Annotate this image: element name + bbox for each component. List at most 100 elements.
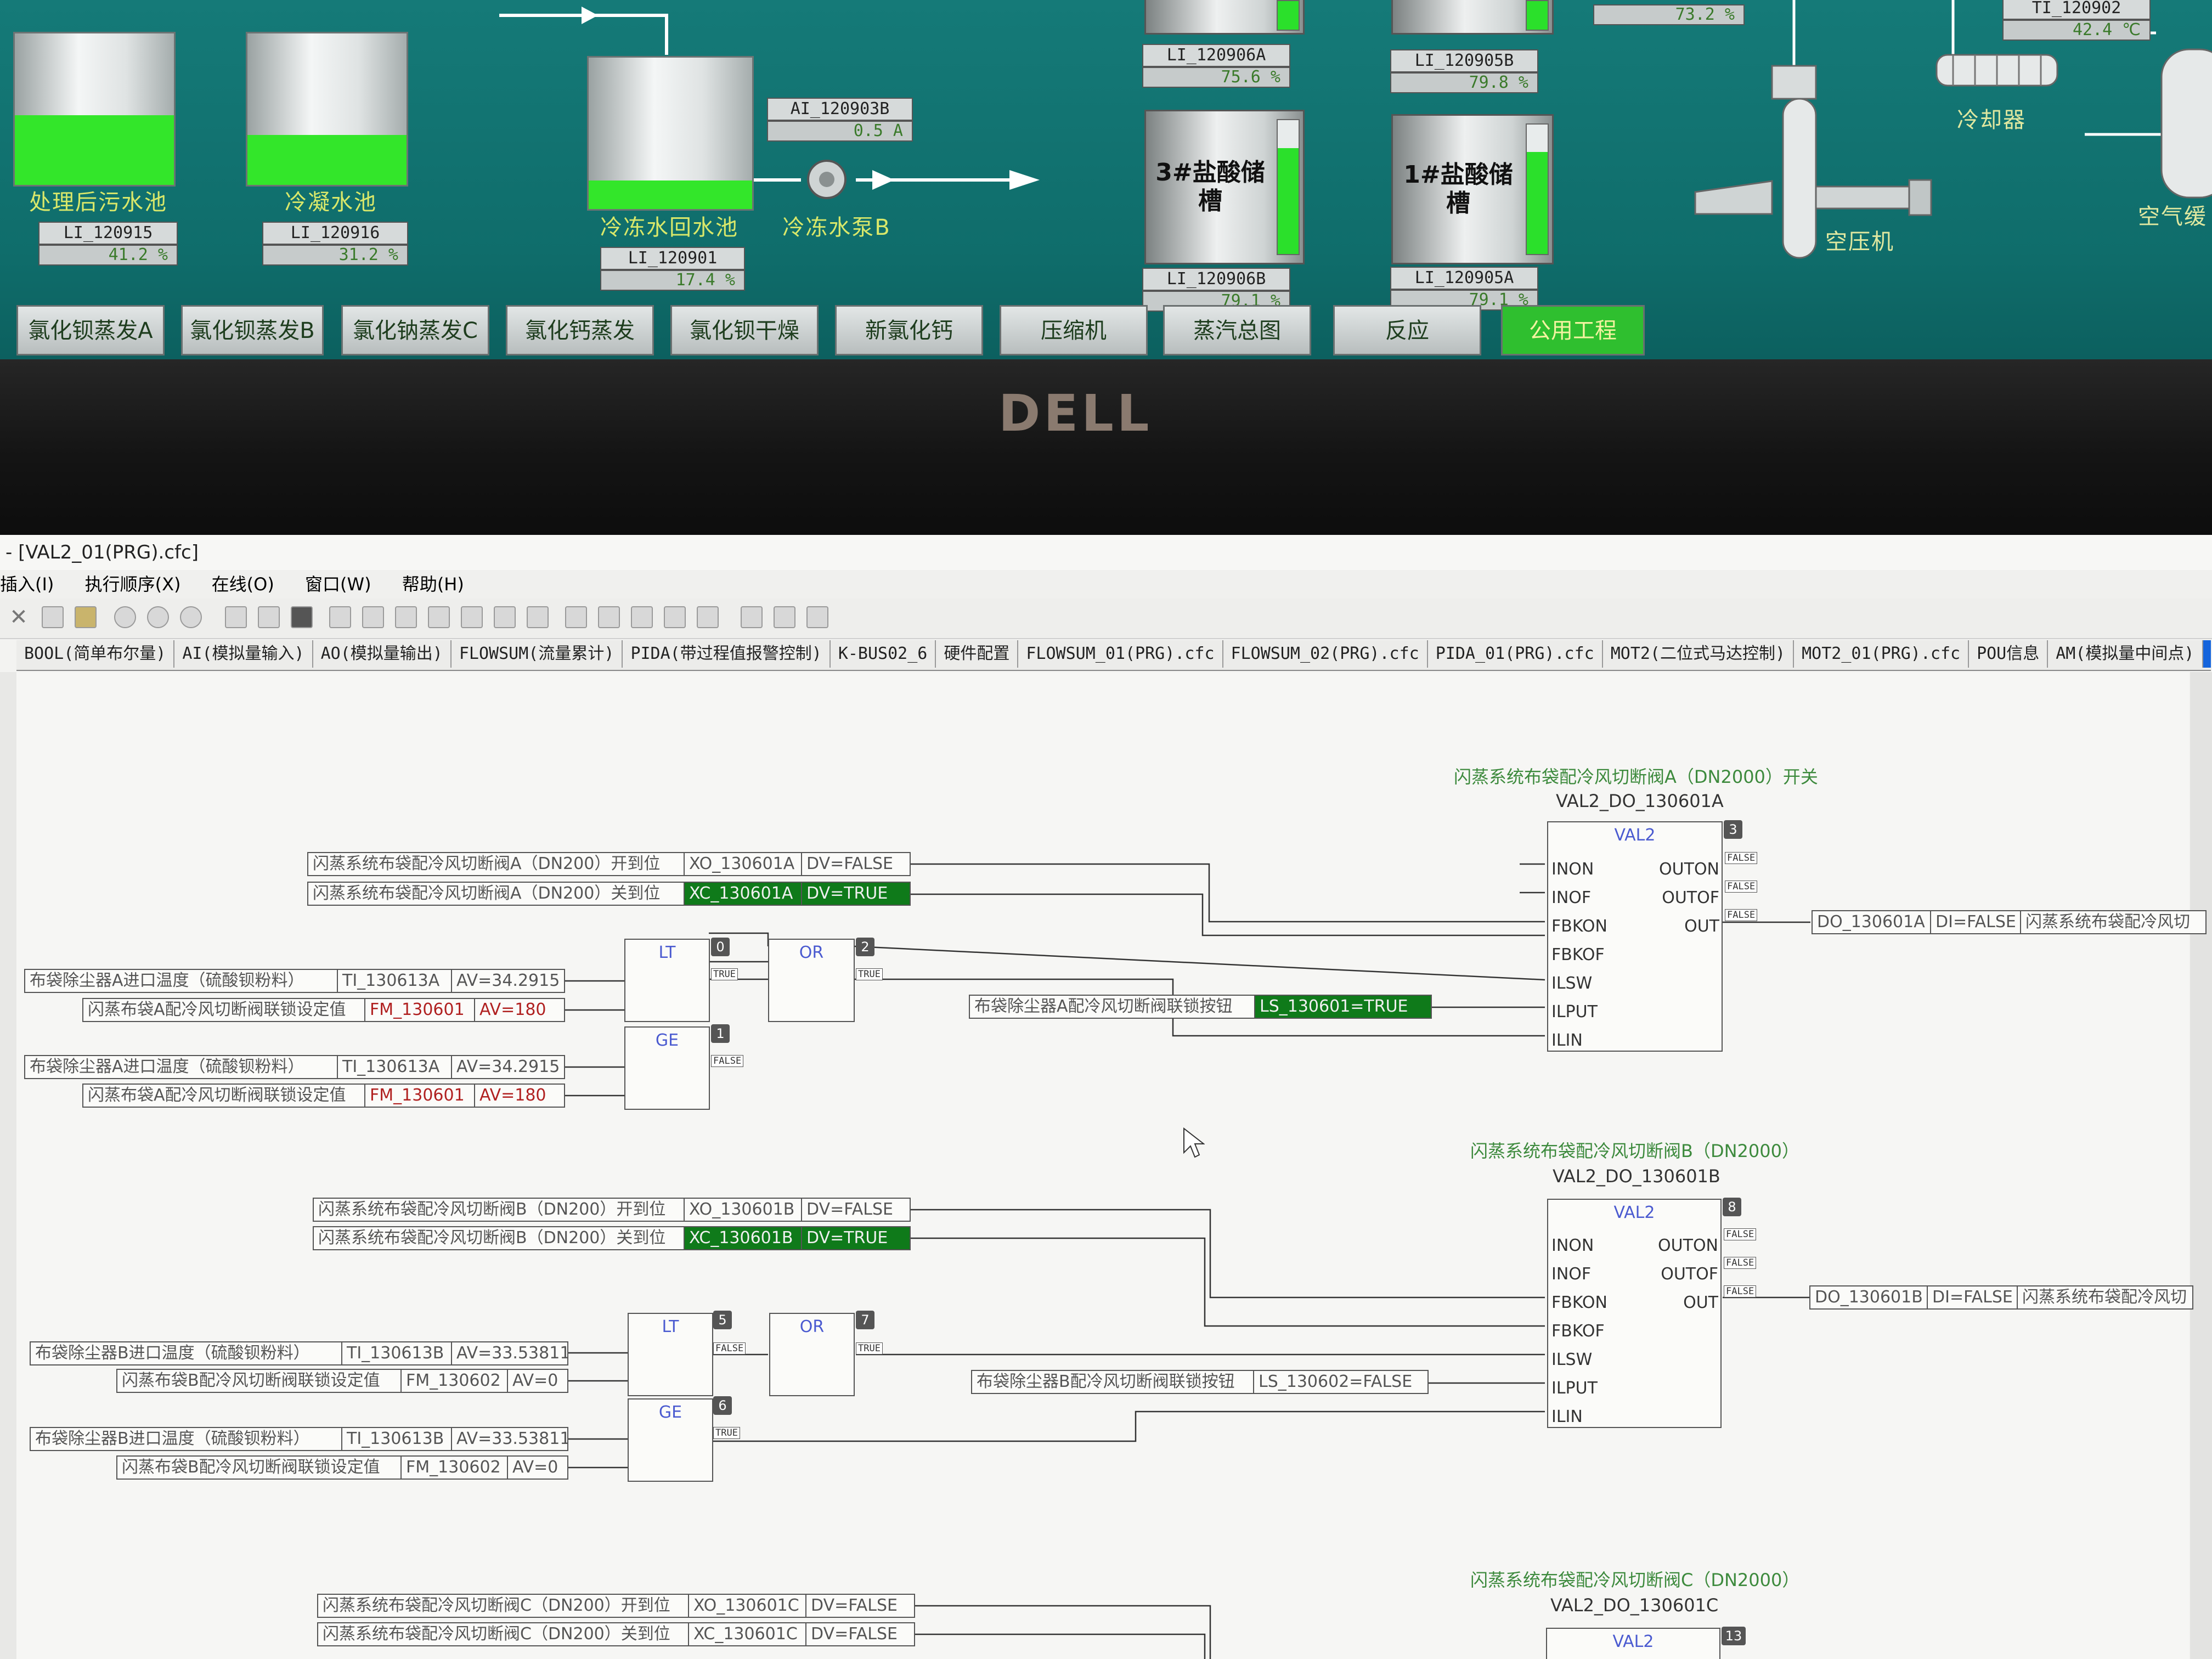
mouse-cursor-icon bbox=[1183, 1127, 1205, 1158]
output-var[interactable]: DO_130601B DI=FALSE 闪蒸系统布袋配冷风切 bbox=[1809, 1285, 2193, 1310]
tag-value: 75.6 % bbox=[1142, 67, 1290, 88]
output-var[interactable]: DO_130601A DI=FALSE 闪蒸系统布袋配冷风切 bbox=[1812, 910, 2207, 934]
nav-button[interactable]: 氯化钠蒸发C bbox=[341, 305, 489, 356]
fb-type: VAL2 bbox=[1613, 1203, 1655, 1222]
block-comment: 闪蒸系统布袋配冷风切断阀B（DN2000） bbox=[1470, 1141, 1799, 1161]
fb-val2[interactable]: VAL2 INON INOF FBKON FBKOF ILSW ILPUT IL… bbox=[1547, 1199, 1722, 1428]
exec-order-badge: 8 bbox=[1723, 1198, 1741, 1216]
input-var-open[interactable]: 闪蒸系统布袋配冷风切断阀A（DN200）开到位 XO_130601A DV=FA… bbox=[307, 852, 911, 876]
var-desc: 布袋除尘器B配冷风切断阀联锁按钮 bbox=[972, 1371, 1254, 1393]
var-name: TI_130613B bbox=[342, 1428, 452, 1450]
nav-button[interactable]: 压缩机 bbox=[1000, 305, 1148, 356]
fb-lt[interactable]: LT bbox=[624, 939, 710, 1022]
pin-in: ILSW bbox=[1551, 974, 1593, 993]
input-var-setpoint[interactable]: 闪蒸布袋B配冷风切断阀联锁设定值 FM_130602 AV=0 bbox=[116, 1455, 568, 1480]
cooler-icon[interactable] bbox=[1931, 49, 2063, 93]
pin-in: INON bbox=[1551, 1236, 1594, 1255]
tag-value: 42.4 ℃ bbox=[2002, 20, 2151, 41]
var-value: DV=TRUE bbox=[802, 883, 910, 905]
vessel-top-b bbox=[1391, 0, 1554, 35]
exec-order-badge: 7 bbox=[856, 1311, 874, 1329]
var-name: TI_130613A bbox=[338, 970, 452, 992]
fb-or[interactable]: OR bbox=[768, 939, 855, 1022]
air-tank-icon[interactable] bbox=[2156, 44, 2212, 208]
fb-val2[interactable]: VAL2 bbox=[1546, 1628, 1720, 1659]
input-var-setpoint[interactable]: 闪蒸布袋B配冷风切断阀联锁设定值 FM_130602 AV=0 bbox=[116, 1369, 568, 1393]
fb-ge[interactable]: GE bbox=[628, 1398, 713, 1482]
interlock-input[interactable]: 布袋除尘器A配冷风切断阀联锁按钮 LS_130601=TRUE bbox=[969, 995, 1432, 1019]
var-desc: 闪蒸系统布袋配冷风切断阀A（DN200）开到位 bbox=[308, 853, 685, 875]
input-var-setpoint[interactable]: 闪蒸布袋A配冷风切断阀联锁设定值 FM_130601 AV=180 bbox=[82, 998, 565, 1022]
input-var-close[interactable]: 闪蒸系统布袋配冷风切断阀A（DN200）关到位 XC_130601A DV=TR… bbox=[307, 882, 911, 906]
var-desc: 闪蒸系统布袋配冷风切 bbox=[2022, 1288, 2187, 1307]
exec-order-badge: 13 bbox=[1722, 1627, 1746, 1645]
vessel-hcl-1[interactable]: 1#盐酸储槽 bbox=[1391, 114, 1554, 264]
online-value-flag: TRUE bbox=[856, 968, 883, 980]
fb-type: VAL2 bbox=[1612, 1632, 1654, 1651]
vessel-level-bar bbox=[1277, 119, 1300, 255]
exec-order-badge: 5 bbox=[713, 1311, 732, 1329]
fb-ge[interactable]: GE bbox=[624, 1026, 710, 1110]
fb-or[interactable]: OR bbox=[769, 1313, 855, 1396]
var-name: XC_130601B bbox=[685, 1227, 802, 1249]
tank-label: 冷凝水池 bbox=[285, 190, 377, 215]
var-name: DO_130601A bbox=[1813, 911, 1931, 933]
vessel-label: 1#盐酸储槽 bbox=[1403, 161, 1513, 217]
vessel-level-bar bbox=[1526, 123, 1549, 255]
tank-level-fill bbox=[247, 134, 407, 185]
input-var-setpoint[interactable]: 闪蒸布袋A配冷风切断阀联锁设定值 FM_130601 AV=180 bbox=[82, 1084, 565, 1108]
vessel-hcl-3[interactable]: 3#盐酸储槽 bbox=[1144, 110, 1305, 264]
var-desc: 闪蒸系统布袋配冷风切断阀B（DN200）关到位 bbox=[314, 1227, 685, 1249]
var-name: DO_130601B bbox=[1810, 1286, 1928, 1308]
online-value-flag: FALSE bbox=[1724, 1285, 1757, 1297]
nav-button[interactable]: 新氯化钙 bbox=[835, 305, 983, 356]
var-value: LS_130602=FALSE bbox=[1259, 1372, 1413, 1391]
online-value-flag: TRUE bbox=[711, 968, 738, 980]
vessel-label: 3#盐酸储槽 bbox=[1155, 159, 1265, 215]
pump-icon[interactable] bbox=[802, 155, 851, 204]
var-desc: 布袋除尘器A配冷风切断阀联锁按钮 bbox=[970, 996, 1255, 1018]
nav-button[interactable]: 反应 bbox=[1333, 305, 1481, 356]
tag-value: 73.2 % bbox=[1593, 4, 1745, 25]
pin-out: OUTON bbox=[1659, 860, 1719, 879]
var-value: DV=FALSE bbox=[806, 854, 893, 873]
var-value: AV=34.2915 bbox=[456, 1057, 560, 1076]
input-var-temp[interactable]: 布袋除尘器B进口温度（硫酸钡粉料） TI_130613B AV=33.53811 bbox=[30, 1341, 568, 1365]
nav-button[interactable]: 蒸汽总图 bbox=[1163, 305, 1311, 356]
tag-name: LI_120915 bbox=[38, 222, 178, 245]
nav-button-active[interactable]: 公用工程 bbox=[1501, 305, 1645, 356]
interlock-input[interactable]: 布袋除尘器B配冷风切断阀联锁按钮 LS_130602=FALSE bbox=[971, 1370, 1429, 1394]
input-var-open[interactable]: 闪蒸系统布袋配冷风切断阀B（DN200）开到位 XO_130601B DV=FA… bbox=[313, 1198, 911, 1222]
fb-lt[interactable]: LT bbox=[628, 1313, 713, 1396]
var-name: TI_130613B bbox=[342, 1342, 452, 1364]
input-var-temp[interactable]: 布袋除尘器B进口温度（硫酸钡粉料） TI_130613B AV=33.53811 bbox=[30, 1427, 568, 1451]
var-name: XO_130601B bbox=[685, 1199, 802, 1221]
tag-name: AI_120903B bbox=[767, 98, 913, 121]
tank-chilled-water-return[interactable] bbox=[587, 56, 754, 211]
tag-name: LI_120905B bbox=[1390, 49, 1538, 72]
nav-button[interactable]: 氯化钡蒸发B bbox=[181, 305, 324, 356]
var-name: FM_130601 bbox=[365, 999, 475, 1021]
input-var-open[interactable]: 闪蒸系统布袋配冷风切断阀C（DN200）开到位 XO_130601C DV=FA… bbox=[317, 1594, 915, 1618]
tank-condensate[interactable] bbox=[246, 32, 408, 187]
input-var-temp[interactable]: 布袋除尘器A进口温度（硫酸钡粉料） TI_130613A AV=34.2915 bbox=[24, 969, 565, 993]
var-desc: 布袋除尘器A进口温度（硫酸钡粉料） bbox=[25, 970, 338, 992]
var-name: TI_130613A bbox=[338, 1056, 452, 1078]
input-var-close[interactable]: 闪蒸系统布袋配冷风切断阀B（DN200）关到位 XC_130601B DV=TR… bbox=[313, 1226, 911, 1250]
fb-val2[interactable]: VAL2 INON INOF FBKON FBKOF ILSW ILPUT IL… bbox=[1547, 821, 1723, 1052]
scada-screen: 处理后污水池 LI_120915 41.2 % 冷凝水池 LI_120916 3… bbox=[0, 0, 2212, 359]
nav-button[interactable]: 氯化钙蒸发 bbox=[506, 305, 654, 356]
online-value-flag: FALSE bbox=[1724, 1228, 1757, 1240]
var-desc: 闪蒸系统布袋配冷风切 bbox=[2025, 912, 2190, 932]
nav-button[interactable]: 氯化钡干燥 bbox=[670, 305, 819, 356]
nav-button[interactable]: 氯化钡蒸发A bbox=[16, 305, 165, 356]
tag-value: 41.2 % bbox=[38, 245, 178, 266]
input-var-close[interactable]: 闪蒸系统布袋配冷风切断阀C（DN200）关到位 XC_130601C DV=FA… bbox=[317, 1622, 915, 1646]
input-var-temp[interactable]: 布袋除尘器A进口温度（硫酸钡粉料） TI_130613A AV=34.2915 bbox=[24, 1055, 565, 1079]
pin-in: INOF bbox=[1551, 1265, 1592, 1284]
tank-treated-wastewater[interactable] bbox=[13, 32, 176, 187]
tag-value: 79.8 % bbox=[1390, 72, 1538, 93]
online-value-flag: FALSE bbox=[711, 1055, 744, 1067]
var-value: AV=180 bbox=[479, 1086, 546, 1105]
pin-in: ILIN bbox=[1551, 1407, 1583, 1426]
